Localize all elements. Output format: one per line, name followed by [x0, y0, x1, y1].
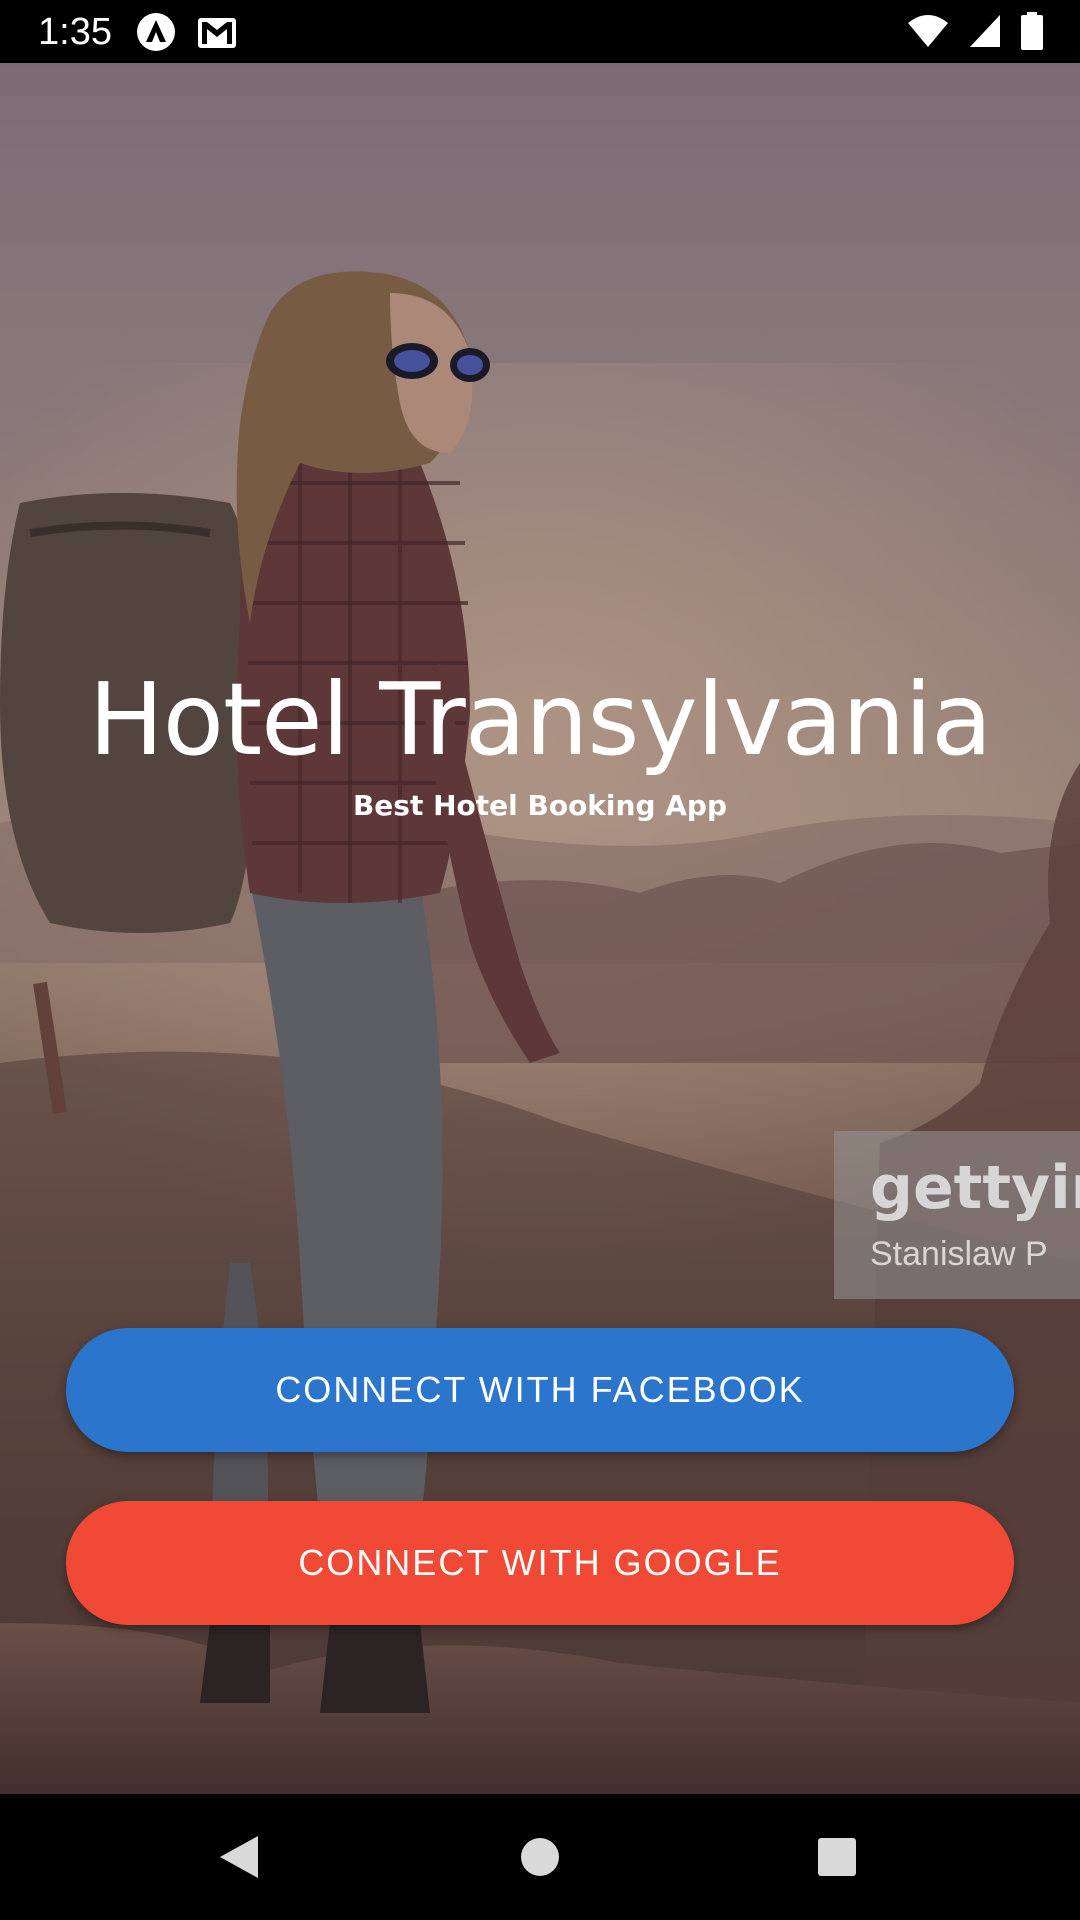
status-bar: 1:35	[0, 0, 1080, 63]
recents-icon[interactable]	[802, 1822, 872, 1892]
battery-icon	[1020, 12, 1044, 55]
home-icon[interactable]	[505, 1822, 575, 1892]
wifi-icon	[906, 13, 950, 54]
cell-signal-icon	[968, 13, 1002, 54]
status-left-icons	[136, 12, 238, 57]
app-notification-icon	[136, 12, 176, 57]
app-subtitle: Best Hotel Booking App	[352, 789, 728, 822]
app-title: Hotel Transylvania	[88, 661, 993, 778]
connect-facebook-button[interactable]: CONNECT WITH FACEBOOK	[66, 1328, 1014, 1452]
watermark-credit: Stanislaw P	[870, 1235, 1048, 1273]
stock-photo-watermark: gettyim Stanislaw P	[834, 1131, 1080, 1299]
back-icon[interactable]	[204, 1822, 274, 1892]
connect-google-button[interactable]: CONNECT WITH GOOGLE	[66, 1501, 1014, 1625]
gmail-icon	[196, 12, 238, 57]
watermark-brand: gettyim	[870, 1153, 1080, 1223]
navigation-bar	[0, 1794, 1080, 1920]
status-right-icons	[906, 12, 1044, 55]
status-time: 1:35	[38, 11, 112, 53]
login-screen: 1:35 gettyi Stanislaw P Hotel Transylvan…	[0, 0, 1080, 1920]
